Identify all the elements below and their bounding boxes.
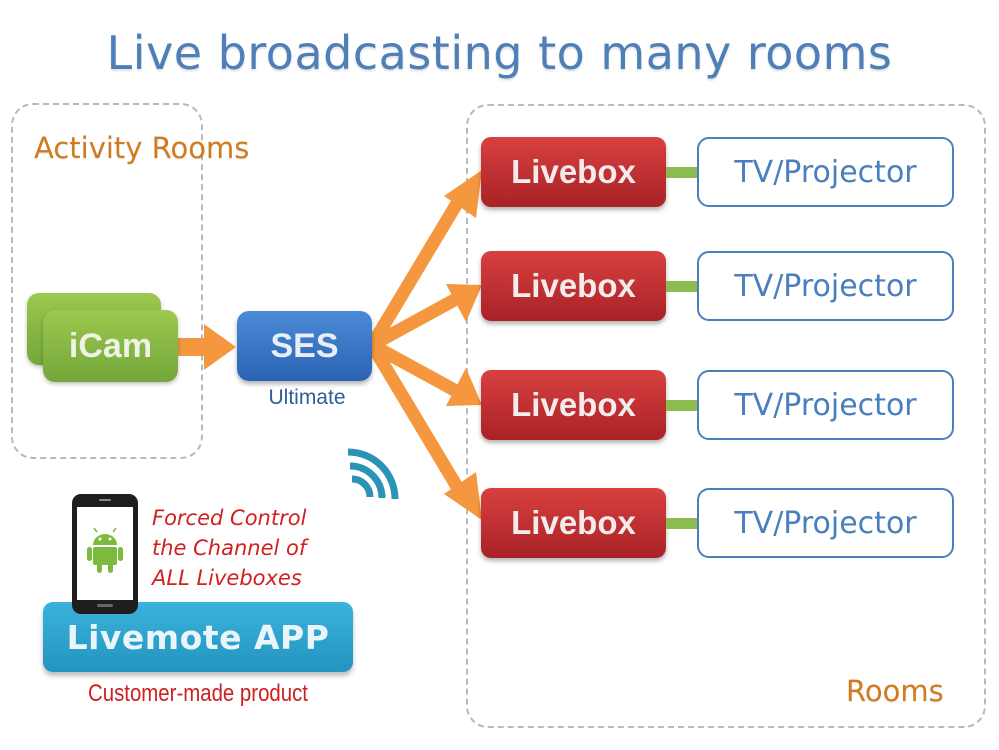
tv-projector-node: TV/Projector [697, 370, 954, 440]
android-robot-icon [87, 527, 123, 573]
livebox-node: Livebox [481, 488, 666, 558]
livebox-node: Livebox [481, 251, 666, 321]
icam-label: iCam [68, 326, 153, 365]
app-note-line: the Channel of [152, 536, 307, 560]
tv-projector-label: TV/Projector [734, 387, 917, 423]
phone-speaker [99, 499, 111, 501]
app-sublabel: Customer-made product [88, 680, 308, 707]
app-note: Forced Control the Channel of ALL Livebo… [152, 503, 306, 593]
phone-screen [77, 507, 133, 600]
livebox-label: Livebox [511, 386, 636, 423]
livebox-label: Livebox [511, 153, 636, 190]
connector-line [666, 281, 698, 292]
ses-sublabel: Ultimate [268, 386, 346, 409]
android-phone-icon [72, 494, 138, 614]
livebox-label: Livebox [511, 504, 636, 541]
wifi-signal-icon [347, 448, 399, 500]
tv-projector-node: TV/Projector [697, 251, 954, 321]
connector-line [666, 518, 698, 529]
tv-projector-label: TV/Projector [734, 268, 917, 304]
app-note-line: Forced Control [152, 506, 307, 530]
livemote-app-label: Livemote APP [66, 617, 330, 657]
icam-node: iCam [43, 310, 178, 382]
arrow-icam-to-ses [178, 324, 236, 370]
tv-projector-label: TV/Projector [734, 154, 917, 190]
app-note-line: ALL Liveboxes [152, 566, 302, 590]
ses-label: SES [270, 326, 339, 365]
tv-projector-node: TV/Projector [697, 137, 954, 207]
ses-node: SES [237, 311, 372, 381]
connector-line [666, 167, 698, 178]
livebox-node: Livebox [481, 137, 666, 207]
livebox-label: Livebox [511, 267, 636, 304]
connector-line [666, 400, 698, 411]
tv-projector-label: TV/Projector [734, 505, 917, 541]
phone-home-button [97, 604, 113, 607]
tv-projector-node: TV/Projector [697, 488, 954, 558]
livebox-node: Livebox [481, 370, 666, 440]
